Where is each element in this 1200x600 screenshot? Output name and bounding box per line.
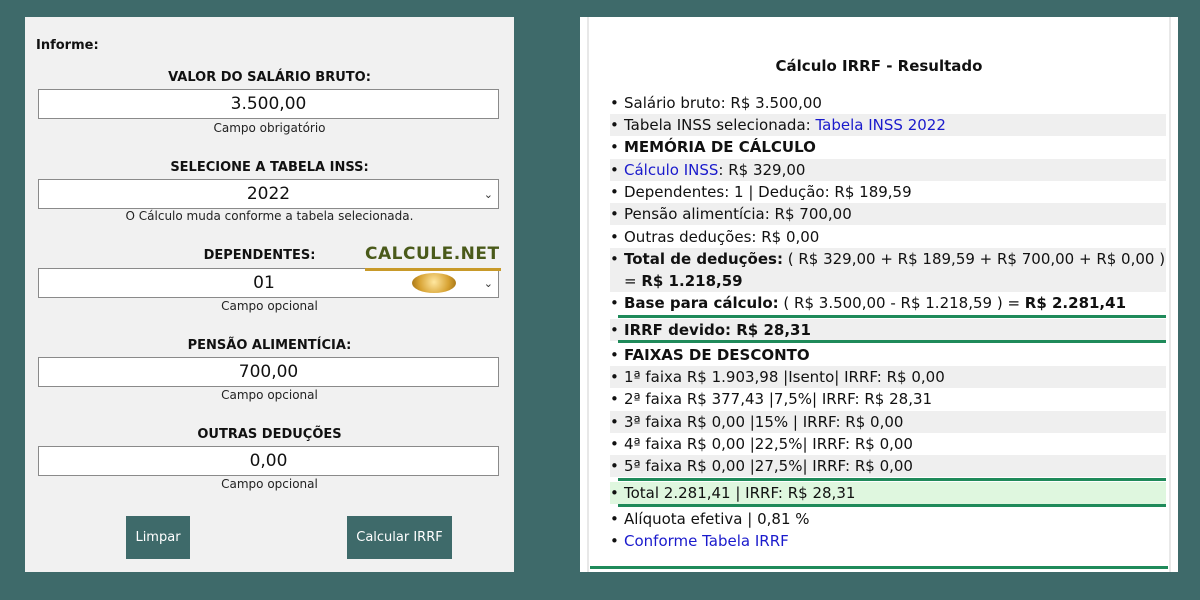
separator-line <box>618 504 1166 507</box>
outras-hint: Campo opcional <box>221 477 318 491</box>
faixa-row: 1ª faixa R$ 1.903,98 |Isento| IRRF: R$ 0… <box>610 366 1166 388</box>
result-title: Cálculo IRRF - Resultado <box>775 57 983 75</box>
calculo-inss-value: : R$ 329,00 <box>718 161 806 179</box>
base-calculo-row: Base para cálculo: ( R$ 3.500,00 - R$ 1.… <box>610 292 1166 314</box>
salario-bruto-row: Salário bruto: R$ 3.500,00 <box>610 92 1166 114</box>
separator-line <box>618 315 1166 318</box>
tabela-label: SELECIONE A TABELA INSS: <box>170 160 369 175</box>
tabela-inss-value: 2022 <box>246 184 291 204</box>
base-calculo-label: Base para cálculo: <box>624 294 779 312</box>
tabela-inss-link[interactable]: Tabela INSS 2022 <box>815 116 945 134</box>
salario-input[interactable]: 3.500,00 <box>38 89 499 119</box>
bottom-separator-line <box>590 566 1168 569</box>
aliquota-row: Alíquota efetiva | 0,81 % <box>610 508 1166 530</box>
pensao-row: Pensão alimentícia: R$ 700,00 <box>610 203 1166 225</box>
total-deducoes-value: R$ 1.218,59 <box>641 272 743 290</box>
irrf-devido-text: IRRF devido: R$ 28,31 <box>624 321 811 339</box>
irrf-devido-row: IRRF devido: R$ 28,31 <box>610 319 1166 341</box>
tabela-inss-row: Tabela INSS selecionada: Tabela INSS 202… <box>610 114 1166 136</box>
irrf-result-panel: Cálculo IRRF - Resultado Salário bruto: … <box>580 17 1178 572</box>
tabela-inss-select[interactable]: 2022 ⌄ <box>38 179 499 209</box>
tabela-hint: O Cálculo muda conforme a tabela selecio… <box>125 209 414 223</box>
faixa-row: 5ª faixa R$ 0,00 |27,5%| IRRF: R$ 0,00 <box>610 455 1166 477</box>
logo-text: CALCULE.NET <box>365 244 500 264</box>
outras-label: OUTRAS DEDUÇÕES <box>197 427 342 442</box>
conforme-row: Conforme Tabela IRRF <box>610 530 1166 552</box>
memoria-heading: MEMÓRIA DE CÁLCULO <box>624 138 816 156</box>
salario-hint: Campo obrigatório <box>213 121 326 135</box>
logo-underline <box>365 268 501 271</box>
faixa-row: 2ª faixa R$ 377,43 |7,5%| IRRF: R$ 28,31 <box>610 388 1166 410</box>
calcule-net-logo: CALCULE.NET <box>365 244 501 294</box>
calculo-inss-row: Cálculo INSS: R$ 329,00 <box>610 159 1166 181</box>
total-deducoes-label: Total de deduções: <box>624 250 783 268</box>
conforme-tabela-irrf-link[interactable]: Conforme Tabela IRRF <box>624 532 789 550</box>
chevron-down-icon: ⌄ <box>483 188 493 201</box>
limpar-button[interactable]: Limpar <box>126 516 190 559</box>
base-calculo-value: R$ 2.281,41 <box>1024 294 1127 312</box>
total-deducoes-row: Total de deduções: ( R$ 329,00 + R$ 189,… <box>610 248 1166 292</box>
coin-icon <box>412 273 456 293</box>
separator-line <box>618 340 1166 343</box>
irrf-form-panel: Informe: VALOR DO SALÁRIO BRUTO: 3.500,0… <box>25 17 514 572</box>
outras-deducoes-input[interactable]: 0,00 <box>38 446 499 476</box>
pensao-hint: Campo opcional <box>221 388 318 402</box>
pensao-label: PENSÃO ALIMENTÍCIA: <box>187 338 352 353</box>
total-row: Total 2.281,41 | IRRF: R$ 28,31 <box>610 482 1166 504</box>
pensao-input[interactable]: 700,00 <box>38 357 499 387</box>
salario-label: VALOR DO SALÁRIO BRUTO: <box>168 70 371 85</box>
calcular-irrf-button[interactable]: Calcular IRRF <box>347 516 452 559</box>
dependentes-hint: Campo opcional <box>221 299 318 313</box>
base-calculo-expr: ( R$ 3.500,00 - R$ 1.218,59 ) = <box>778 294 1025 312</box>
memoria-row: MEMÓRIA DE CÁLCULO <box>610 136 1166 158</box>
calculo-inss-link[interactable]: Cálculo INSS <box>624 161 718 179</box>
separator-line <box>618 478 1166 481</box>
faixas-heading: FAIXAS DE DESCONTO <box>624 346 810 364</box>
informe-heading: Informe: <box>36 38 99 53</box>
faixa-row: 3ª faixa R$ 0,00 |15% | IRRF: R$ 0,00 <box>610 411 1166 433</box>
faixas-row: FAIXAS DE DESCONTO <box>610 344 1166 366</box>
faixa-row: 4ª faixa R$ 0,00 |22,5%| IRRF: R$ 0,00 <box>610 433 1166 455</box>
outras-row: Outras deduções: R$ 0,00 <box>610 226 1166 248</box>
tabela-inss-prefix: Tabela INSS selecionada: <box>624 116 816 134</box>
dependentes-row: Dependentes: 1 | Dedução: R$ 189,59 <box>610 181 1166 203</box>
